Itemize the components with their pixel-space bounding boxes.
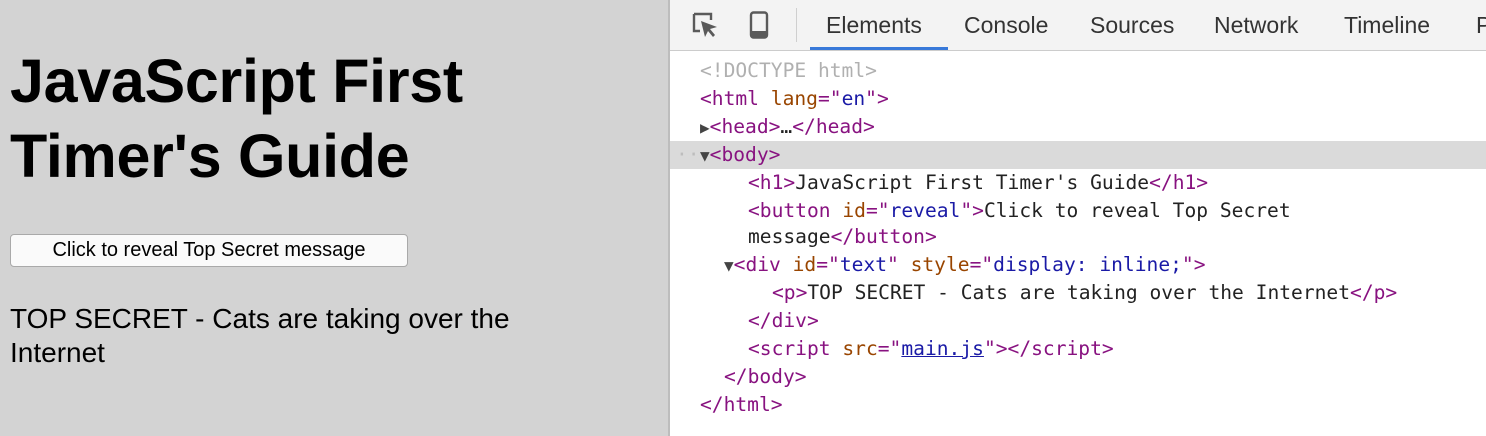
- tag-name: script: [1031, 337, 1102, 360]
- dom-node-html[interactable]: <html lang="en">: [700, 85, 1486, 113]
- devtools-panel: Elements Console Sources Network Timelin…: [670, 0, 1486, 436]
- dom-node-body[interactable]: ··· ▼<body>: [670, 141, 1486, 169]
- dom-node-button[interactable]: <button id="reveal">Click to reveal Top …: [748, 197, 1486, 225]
- tag-name: button: [759, 199, 831, 222]
- tag-name: div: [771, 309, 807, 332]
- tag-name: html: [711, 87, 759, 110]
- dom-node-div-close[interactable]: </div>: [748, 307, 1486, 335]
- tag-name: p: [783, 281, 796, 304]
- attr-value: reveal: [889, 199, 961, 222]
- expand-triangle-icon[interactable]: ▶: [700, 118, 710, 137]
- tab-sources[interactable]: Sources: [1090, 0, 1174, 50]
- dom-tree: <!DOCTYPE html> <html lang="en"> ▶<head>…: [670, 52, 1486, 436]
- toolbar-separator: [796, 8, 797, 42]
- tag-name: script: [759, 337, 831, 360]
- tab-console[interactable]: Console: [964, 0, 1048, 50]
- attr-name: lang: [770, 87, 818, 110]
- tag-name: p: [1373, 281, 1386, 304]
- dom-node-script[interactable]: <script src="main.js"></script>: [748, 335, 1486, 363]
- dom-node-doctype[interactable]: <!DOCTYPE html>: [700, 57, 1486, 85]
- tag-name: h1: [1172, 171, 1197, 194]
- node-text: JavaScript First Timer's Guide: [795, 171, 1150, 194]
- script-src-link[interactable]: main.js: [901, 337, 984, 360]
- collapse-triangle-icon[interactable]: ▼: [724, 256, 734, 275]
- tag-name: body: [721, 143, 769, 166]
- dom-node-h1[interactable]: <h1>JavaScript First Timer's Guide</h1>: [748, 169, 1486, 197]
- attr-value: display: inline;: [993, 253, 1182, 276]
- dom-node-html-close[interactable]: </html>: [700, 391, 1486, 419]
- tag-name: html: [723, 393, 771, 416]
- tag-name: button: [854, 225, 925, 248]
- tab-overflow[interactable]: P: [1476, 0, 1486, 50]
- page-heading: JavaScript First Timer's Guide: [10, 47, 463, 190]
- tag-name: head: [815, 115, 863, 138]
- node-text: message: [748, 225, 831, 248]
- dom-node-p[interactable]: <p>TOP SECRET - Cats are taking over the…: [772, 279, 1486, 307]
- reveal-button[interactable]: Click to reveal Top Secret message: [10, 234, 408, 267]
- attr-value: en: [841, 87, 866, 110]
- active-tab-indicator: [810, 47, 948, 50]
- tag-name: div: [745, 253, 781, 276]
- node-text: TOP SECRET - Cats are taking over the In…: [807, 281, 1351, 304]
- collapsed-ellipsis[interactable]: …: [780, 115, 792, 138]
- secret-message: TOP SECRET - Cats are taking over the In…: [10, 303, 510, 368]
- attr-value: text: [839, 253, 887, 276]
- attr-name: style: [910, 253, 970, 276]
- doctype-text: <!DOCTYPE html>: [700, 59, 877, 82]
- devtools-toolbar: Elements Console Sources Network Timelin…: [670, 0, 1486, 51]
- dom-node-button-cont[interactable]: message</button>: [748, 223, 1486, 251]
- node-text: Click to reveal Top Secret: [983, 199, 1291, 222]
- dom-node-body-close[interactable]: </body>: [724, 363, 1486, 391]
- attr-name: id: [842, 199, 866, 222]
- device-mode-icon[interactable]: [744, 10, 774, 40]
- attr-name: src: [842, 337, 878, 360]
- inspect-element-icon[interactable]: [690, 10, 720, 40]
- dom-node-div[interactable]: ▼<div id="text" style="display: inline;"…: [724, 251, 1486, 279]
- tag-name: head: [721, 115, 769, 138]
- tab-elements[interactable]: Elements: [826, 0, 922, 50]
- tab-network[interactable]: Network: [1214, 0, 1298, 50]
- dom-node-head[interactable]: ▶<head>…</head>: [700, 113, 1486, 141]
- tab-timeline[interactable]: Timeline: [1344, 0, 1430, 50]
- page-preview: JavaScript First Timer's Guide Click to …: [0, 0, 664, 436]
- attr-name: id: [792, 253, 817, 276]
- collapse-triangle-icon[interactable]: ▼: [700, 146, 710, 165]
- tag-name: h1: [759, 171, 784, 194]
- tag-name: body: [747, 365, 795, 388]
